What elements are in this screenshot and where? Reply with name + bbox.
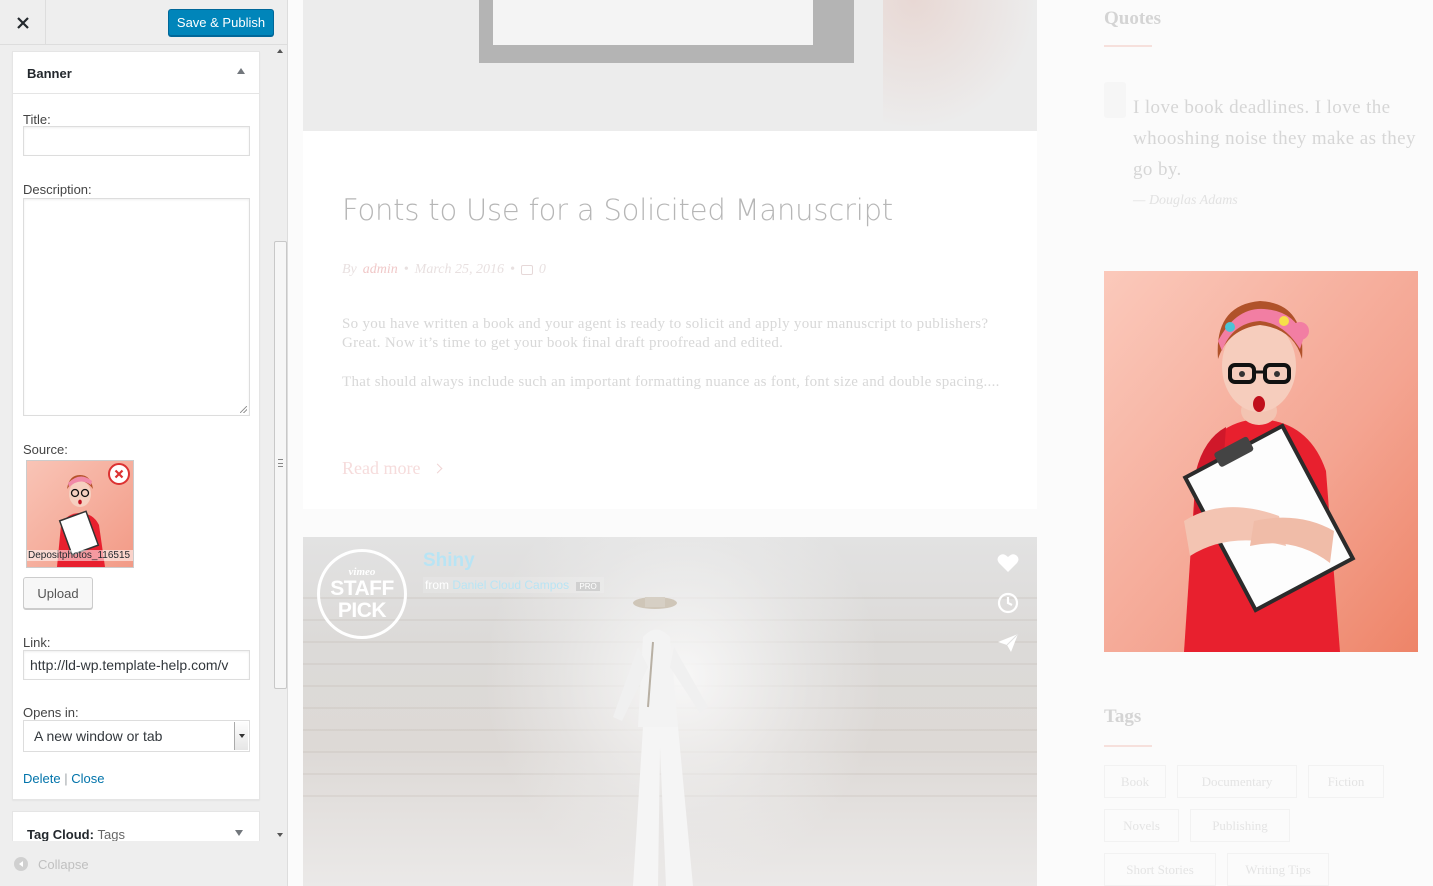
read-more-link[interactable]: Read more — [342, 458, 443, 479]
close-customizer-button[interactable] — [0, 0, 46, 45]
description-label: Description: — [23, 182, 92, 197]
opens-in-value: A new window or tab — [34, 728, 163, 744]
quote-author: — Douglas Adams — [1133, 193, 1238, 208]
pro-badge: PRO — [576, 582, 600, 591]
banner-widget: Banner Title: Description: Source: Depos… — [12, 51, 260, 800]
hero-paper-shape — [493, 0, 813, 45]
close-link[interactable]: Close — [71, 771, 104, 786]
banner-woman-photo — [1104, 271, 1418, 652]
title-label: Title: — [23, 112, 51, 127]
post-title[interactable]: Fonts to Use for a Solicited Manuscript — [342, 193, 893, 227]
close-icon — [16, 16, 29, 29]
opens-in-label: Opens in: — [23, 705, 79, 720]
actions-separator: | — [64, 771, 68, 786]
vimeo-video-embed[interactable]: vimeo STAFF PICK Shiny from Daniel Cloud… — [303, 537, 1037, 886]
source-label: Source: — [23, 442, 68, 457]
tag-pill[interactable]: Fiction — [1308, 765, 1384, 798]
widget-title: Banner — [27, 66, 72, 81]
widget-list: Banner Title: Description: Source: Depos… — [0, 45, 273, 841]
badge-line-1: STAFF — [330, 576, 394, 600]
tag-pill[interactable]: Novels — [1104, 809, 1179, 842]
banner-widget-header[interactable]: Banner — [13, 52, 259, 94]
tags-heading-rule — [1104, 745, 1152, 747]
upload-button[interactable]: Upload — [23, 577, 93, 609]
tag-pill[interactable]: Writing Tips — [1227, 853, 1329, 886]
video-owner[interactable]: Daniel Cloud Campos — [452, 578, 569, 592]
hero-hand-shape — [883, 0, 1037, 131]
collapse-label[interactable]: Collapse — [38, 857, 89, 872]
post-excerpt-2: That should always include such an impor… — [342, 374, 1000, 390]
post-comment-count[interactable]: 0 — [539, 262, 546, 278]
sidebar-scrollbar[interactable] — [273, 45, 287, 841]
like-button[interactable] — [996, 551, 1020, 575]
video-from: from — [425, 578, 449, 592]
right-sidebar: Quotes I love book deadlines. I love the… — [1104, 0, 1418, 886]
delete-link[interactable]: Delete — [23, 771, 61, 786]
post-date[interactable]: March 25, 2016 — [415, 262, 504, 278]
scroll-up-icon[interactable] — [277, 49, 283, 53]
remove-image-button[interactable] — [108, 463, 130, 485]
post-excerpt-1: So you have written a book and your agen… — [342, 316, 989, 351]
collapse-arrow-icon[interactable] — [237, 68, 245, 74]
video-title[interactable]: Shiny — [423, 550, 475, 572]
main-column: Fonts to Use for a Solicited Manuscript … — [303, 0, 1037, 886]
watch-later-button[interactable] — [996, 591, 1020, 615]
remove-icon — [114, 469, 124, 479]
heart-icon — [997, 554, 1019, 572]
meta-dot: • — [403, 262, 409, 277]
grip-icon — [278, 459, 283, 467]
meta-dot: • — [509, 262, 515, 277]
read-more-label: Read more — [342, 458, 421, 478]
tag-cloud-widget[interactable]: Tag Cloud: Tags — [12, 811, 260, 841]
tag-pill[interactable]: Publishing — [1190, 809, 1290, 842]
source-filename: Depositphotos_116515 — [27, 550, 133, 561]
tag-pill[interactable]: Documentary — [1177, 765, 1297, 798]
description-textarea[interactable] — [23, 198, 250, 416]
post-author[interactable]: admin — [363, 262, 398, 278]
post-card: Fonts to Use for a Solicited Manuscript … — [303, 131, 1037, 509]
quotes-heading-rule — [1104, 45, 1152, 47]
tag-cloud-subtitle: Tags — [97, 827, 126, 841]
tag-pill[interactable]: Short Stories — [1104, 853, 1216, 886]
post-by: By — [342, 262, 357, 277]
save-publish-button[interactable]: Save & Publish — [168, 9, 274, 36]
quote-text: I love book deadlines. I love the whoosh… — [1133, 97, 1416, 180]
tags-heading: Tags — [1104, 706, 1142, 727]
resize-handle-icon[interactable] — [240, 406, 247, 413]
collapse-icon[interactable] — [14, 857, 28, 871]
post-meta: By admin • March 25, 2016 • 0 — [342, 262, 546, 278]
badge-vimeo: vimeo — [348, 565, 376, 578]
title-input[interactable] — [23, 126, 250, 156]
scroll-down-icon[interactable] — [277, 833, 283, 837]
tag-cloud-widget-title: Tag Cloud: Tags — [27, 827, 125, 841]
site-preview: Fonts to Use for a Solicited Manuscript … — [288, 0, 1433, 886]
link-label: Link: — [23, 635, 51, 650]
customizer-footer: Collapse — [0, 843, 287, 886]
clock-icon — [997, 592, 1019, 614]
customizer-header: Save & Publish — [0, 0, 287, 45]
customizer-sidebar: Save & Publish Banner Title: Description… — [0, 0, 288, 886]
scrollbar-thumb[interactable] — [274, 241, 287, 689]
badge-line-2: PICK — [337, 598, 387, 622]
share-button[interactable] — [996, 631, 1020, 655]
expand-arrow-icon[interactable] — [235, 830, 243, 836]
comment-icon — [520, 265, 533, 275]
dropdown-arrow-icon[interactable] — [234, 722, 248, 750]
link-input[interactable]: http://ld-wp.template-help.com/v — [23, 650, 250, 680]
banner-image[interactable] — [1104, 271, 1418, 652]
quotes-heading: Quotes — [1104, 8, 1161, 29]
tag-pill[interactable]: Book — [1104, 765, 1166, 798]
chevron-right-icon — [433, 463, 443, 474]
tag-cloud-title-text: Tag Cloud: — [27, 827, 94, 841]
opens-in-select[interactable]: A new window or tab — [23, 720, 250, 752]
widget-actions: Delete | Close — [23, 771, 104, 786]
video-dancer-figure — [613, 597, 708, 886]
video-byline: from Daniel Cloud Campos PRO — [423, 577, 604, 593]
staff-pick-badge: vimeo STAFF PICK — [317, 549, 407, 639]
quote-mark-icon — [1104, 82, 1126, 118]
send-icon — [998, 633, 1019, 652]
post-featured-image[interactable] — [303, 0, 1037, 131]
